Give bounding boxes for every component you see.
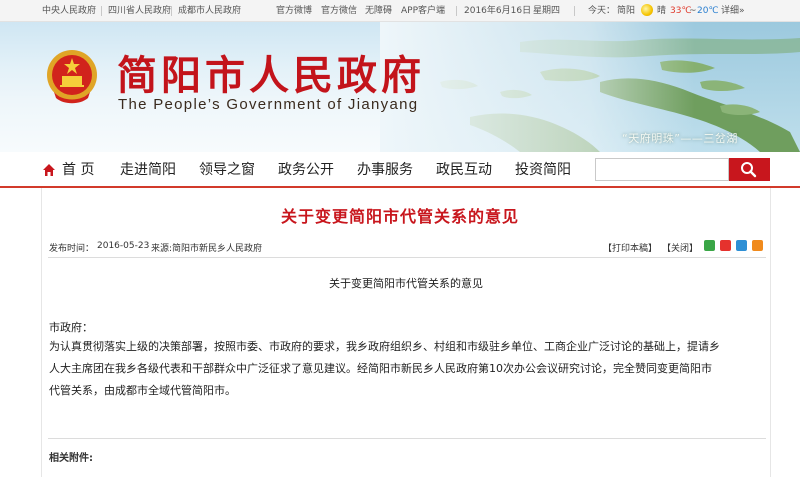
nav-public-interaction[interactable]: 政民互动 [436,162,492,179]
site-title-chinese: 简阳市人民政府 [117,52,425,99]
site-title-english: The People’s Government of Jianyang [118,96,419,113]
national-emblem-icon [47,50,97,104]
search-button[interactable] [729,158,770,181]
share-weibo-icon[interactable] [720,240,731,251]
current-weekday: 星期四 [533,6,561,16]
divider [48,438,766,439]
link-sichuan-government[interactable]: 四川省人民政府 [108,5,171,17]
sunny-icon [641,4,653,16]
attachments-label: 相关附件: [49,453,93,464]
weather-label: 今天： [588,6,616,16]
link-accessibility[interactable]: 无障碍 [365,5,392,17]
nav-invest-jianyang[interactable]: 投资简阳 [515,162,571,179]
nav-leadership[interactable]: 领导之窗 [199,162,255,179]
divider [101,6,102,16]
search-input[interactable] [595,158,729,181]
banner-slogan: “天府明珠”——三岔湖 [622,132,738,145]
nav-government-affairs[interactable]: 政务公开 [278,162,334,179]
link-official-wechat[interactable]: 官方微信 [321,5,357,17]
search-icon [741,162,757,178]
publish-time-label: 发布时间： [49,244,95,254]
share-more-icon[interactable] [752,240,763,251]
share-wechat-icon[interactable] [704,240,715,251]
current-date: 2016年6月16日 [464,6,532,16]
divider [574,6,575,16]
article-paragraph-line: 代管关系，由成都市全域代管简阳市。 [49,384,236,397]
temperature-low: 20℃ [697,6,719,16]
close-button[interactable]: 【关闭】 [662,241,698,254]
article-subtitle: 关于变更简阳市代管关系的意见 [329,277,483,290]
nav-services[interactable]: 办事服务 [357,162,413,179]
nav-home[interactable]: 首 页 [62,162,94,179]
divider [456,6,457,16]
article-source: 来源:简阳市新民乡人民政府 [151,244,263,254]
home-icon [43,164,55,176]
article-paragraph-line: 人大主席团在我乡各级代表和干部群众中广泛征求了意见建议。经简阳市新民乡人民政府第… [49,362,712,375]
weather-detail-link[interactable]: 详细» [721,5,745,17]
article-title: 关于变更简阳市代管关系的意见 [280,207,519,226]
article-paragraph-line: 为认真贯彻落实上级的决策部署，按照市委、市政府的要求，我乡政府组织乡、村组和市级… [49,340,720,353]
publish-date: 2016-05-23 [97,241,150,251]
divider [48,257,766,258]
divider [171,6,172,16]
share-qzone-icon[interactable] [736,240,747,251]
temperature-separator: ~ [689,6,697,16]
print-button[interactable]: 【打印本稿】 [603,241,657,254]
link-chengdu-government[interactable]: 成都市人民政府 [178,5,241,17]
nav-about-jianyang[interactable]: 走进简阳 [120,162,176,179]
weather-city: 简阳 [617,6,636,16]
header-banner: 简阳市人民政府 The People’s Government of Jiany… [0,22,800,152]
link-app-client[interactable]: APP客户端 [401,5,445,17]
top-bar: 中央人民政府 四川省人民政府 成都市人民政府 官方微博 官方微信 无障碍 APP… [0,0,800,22]
weather-condition: 晴 [657,6,667,16]
link-official-weibo[interactable]: 官方微博 [276,5,312,17]
link-central-government[interactable]: 中央人民政府 [42,5,96,17]
